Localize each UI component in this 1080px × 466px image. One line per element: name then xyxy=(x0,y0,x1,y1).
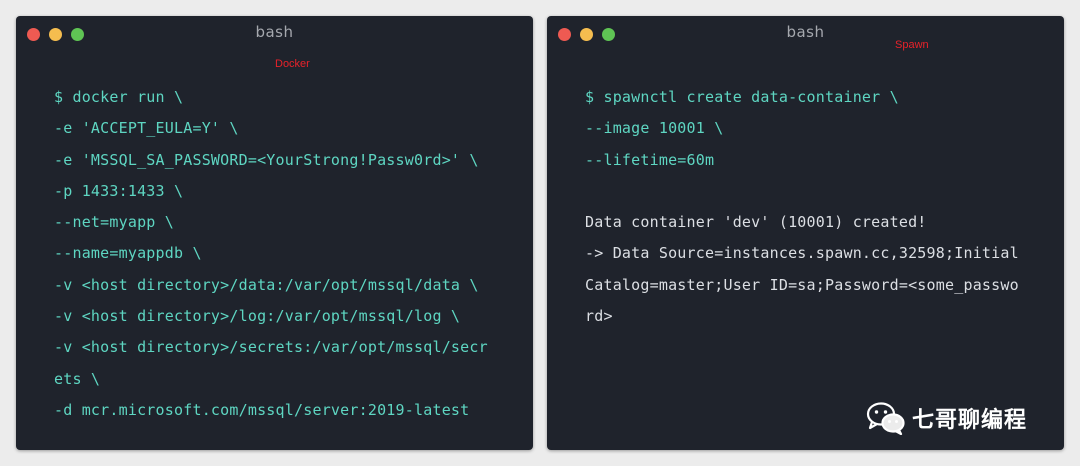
command-line: -v <host directory>/data:/var/opt/mssql/… xyxy=(54,275,479,294)
wechat-icon xyxy=(866,402,905,435)
command-line: -e 'MSSQL_SA_PASSWORD=<YourStrong!Passw0… xyxy=(54,150,479,169)
docker-annotation: Docker xyxy=(275,58,310,70)
command-line: -e 'ACCEPT_EULA=Y' \ xyxy=(54,119,239,138)
terminal-output[interactable]: $ docker run \ -e 'ACCEPT_EULA=Y' \ -e '… xyxy=(54,86,523,430)
window-title: bash xyxy=(255,23,294,41)
blank-line xyxy=(585,180,1054,211)
spawn-terminal-window: bash Spawn $ spawnctl create data-contai… xyxy=(547,16,1064,450)
wechat-watermark: 七哥聊编程 xyxy=(866,398,1027,438)
terminal-output[interactable]: $ spawnctl create data-container \ --ima… xyxy=(585,86,1054,336)
command-line: -d mcr.microsoft.com/mssql/server:2019-l… xyxy=(54,400,470,419)
command-line: -v <host directory>/secrets:/var/opt/mss… xyxy=(54,338,488,357)
command-line: --net=myapp \ xyxy=(54,213,174,232)
output-line: rd> xyxy=(585,307,613,326)
command-line: --lifetime=60m xyxy=(585,150,715,169)
command-line: --name=myappdb \ xyxy=(54,244,202,263)
command-line: $ docker run \ xyxy=(54,88,184,106)
output-line: Data container 'dev' (10001) created! xyxy=(585,213,927,232)
output-line: -> Data Source=instances.spawn.cc,32598;… xyxy=(585,244,1019,263)
command-line: ets \ xyxy=(54,369,101,388)
output-line: Catalog=master;User ID=sa;Password=<some… xyxy=(585,275,1019,294)
window-title: bash xyxy=(786,23,825,41)
watermark-text: 七哥聊编程 xyxy=(912,408,1028,433)
command-line: $ spawnctl create data-container \ xyxy=(585,88,899,106)
command-line: -v <host directory>/log:/var/opt/mssql/l… xyxy=(54,307,461,326)
command-line: --image 10001 \ xyxy=(585,119,724,138)
command-line: -p 1433:1433 \ xyxy=(54,181,184,200)
docker-terminal-window: bash Docker $ docker run \ -e 'ACCEPT_EU… xyxy=(16,16,533,450)
spawn-annotation: Spawn xyxy=(895,39,929,51)
